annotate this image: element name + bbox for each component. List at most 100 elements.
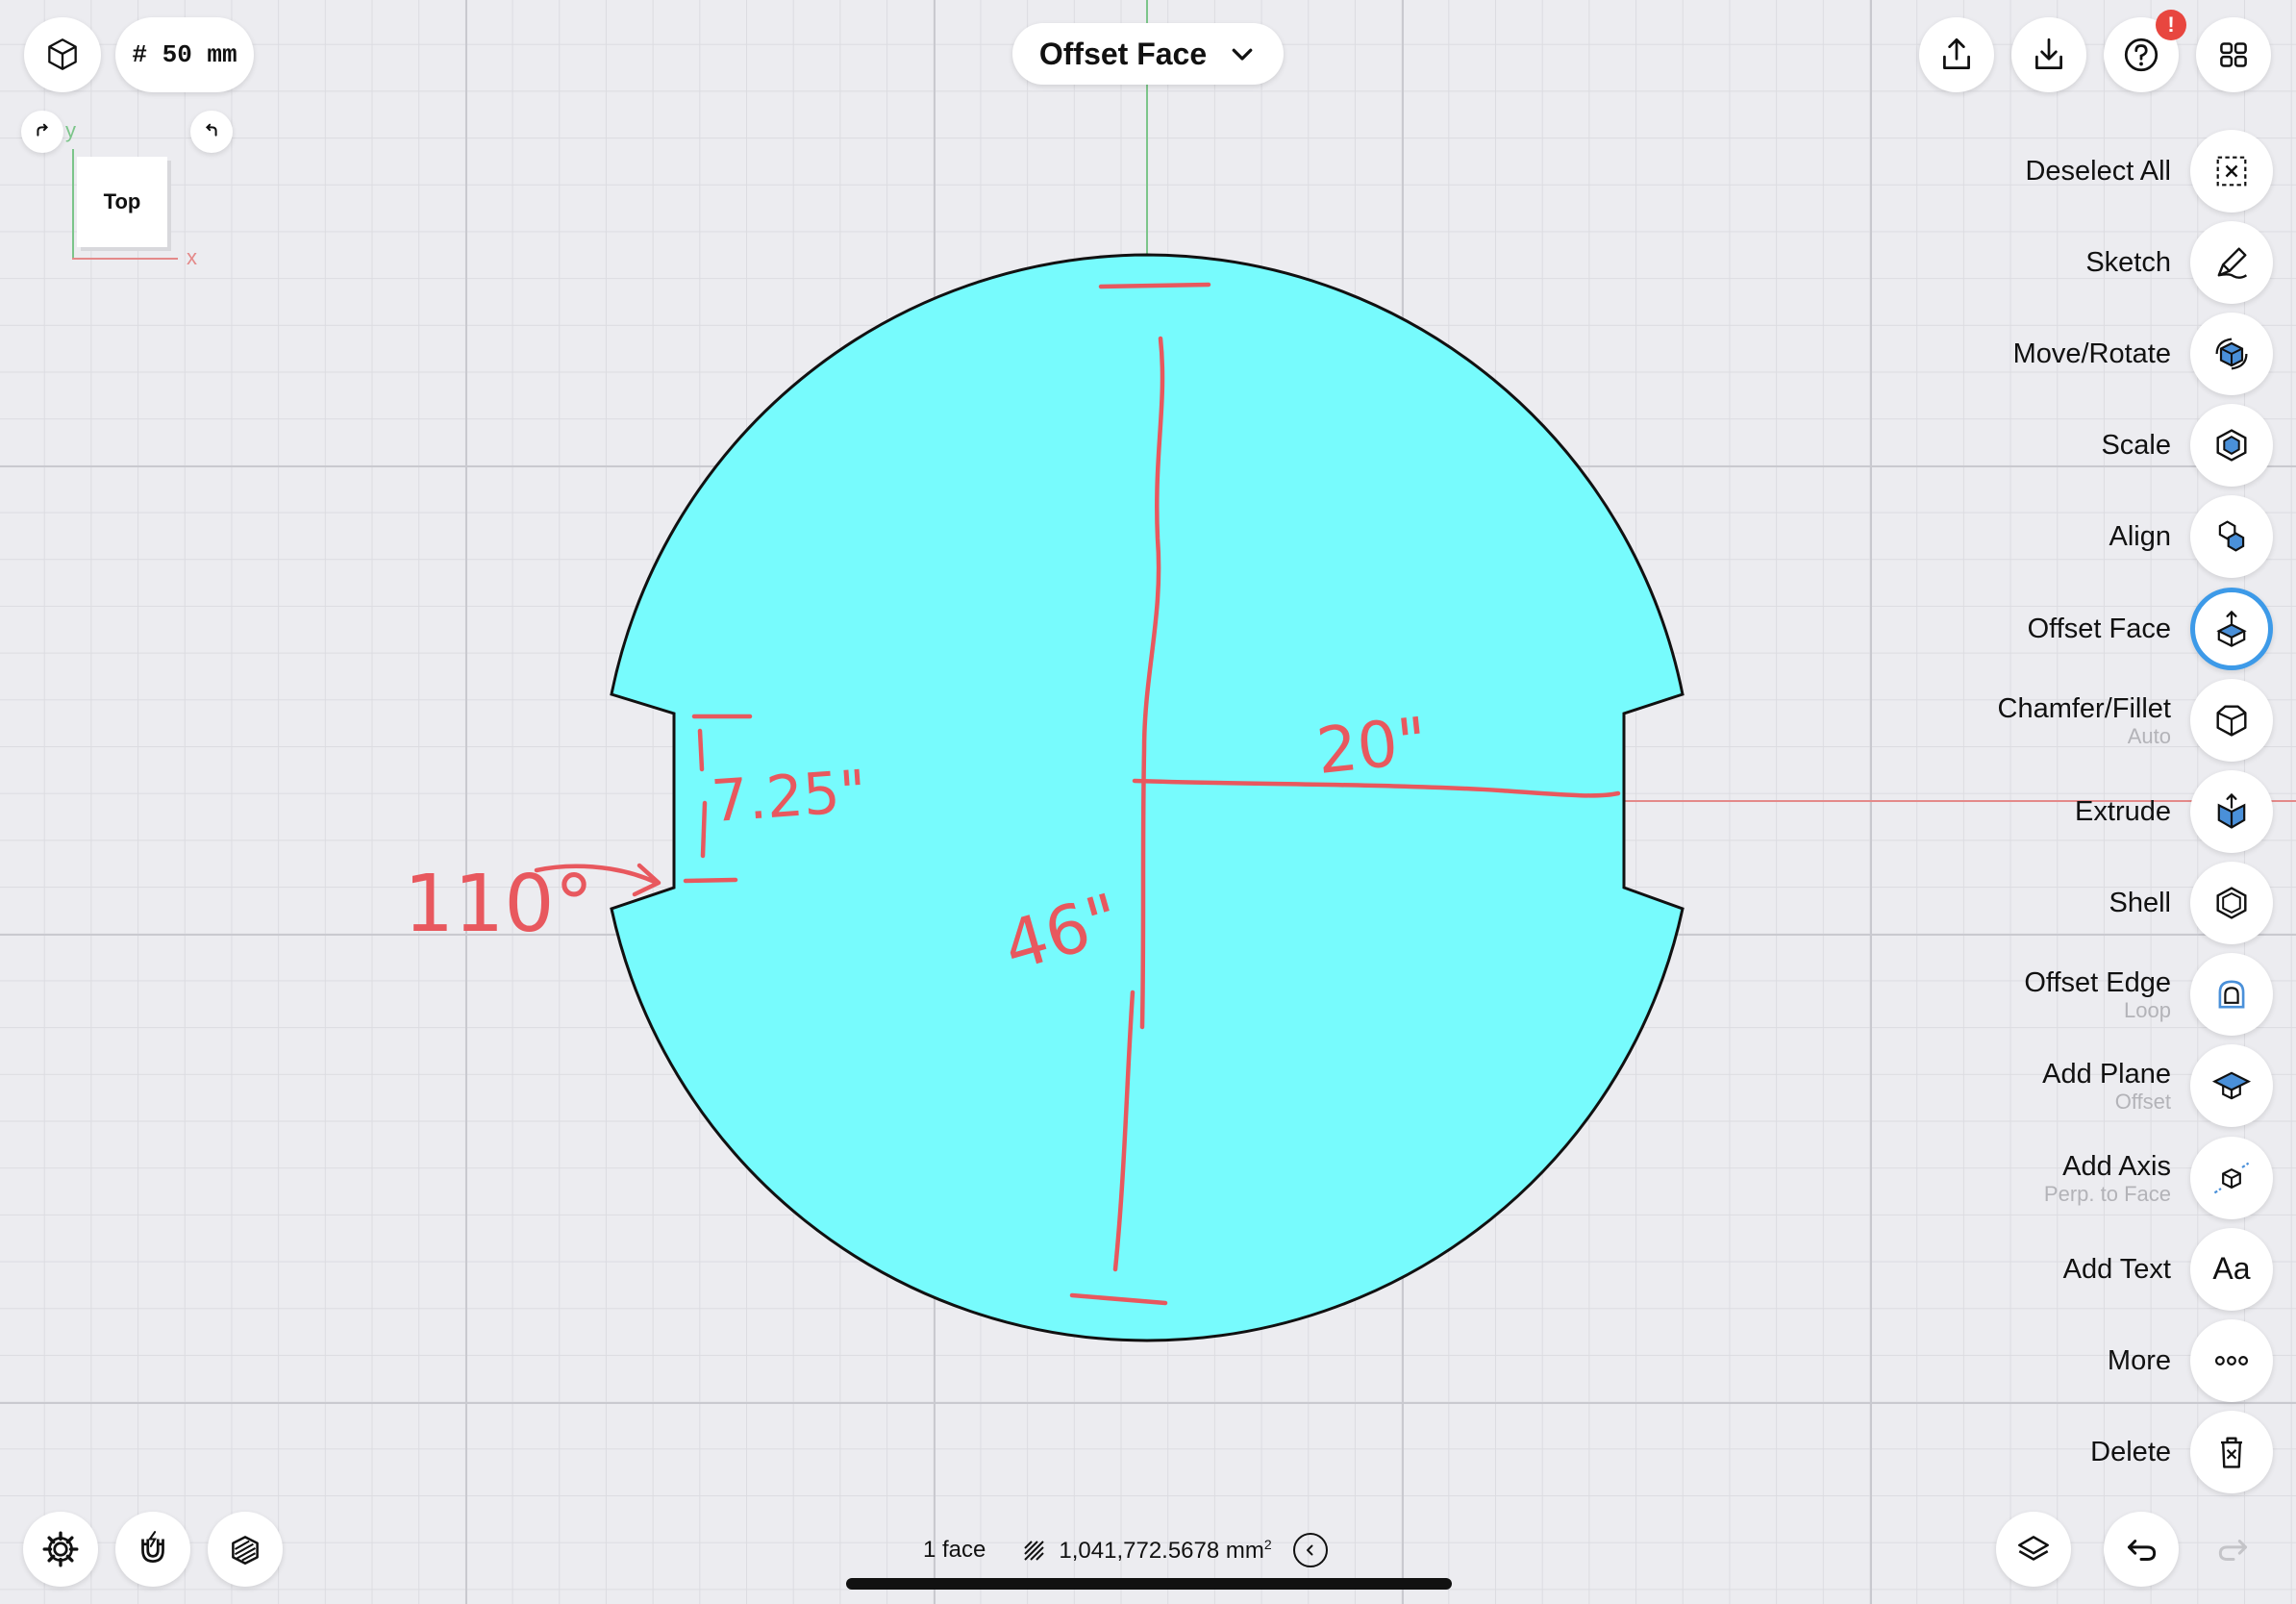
redo-button[interactable] <box>2196 1512 2271 1587</box>
offset-edge-icon[interactable] <box>2190 953 2273 1037</box>
rotate-right-button[interactable] <box>190 111 233 153</box>
settings-button[interactable] <box>23 1512 98 1587</box>
tool-text: Scale <box>2101 429 2171 462</box>
section-view-button[interactable] <box>208 1512 283 1587</box>
deselect-icon[interactable] <box>2190 129 2273 213</box>
magnet-icon <box>141 1531 164 1563</box>
axis-x-label: x <box>187 245 197 269</box>
tool-label: Add Text <box>2062 1253 2171 1285</box>
layers-icon <box>2018 1536 2049 1561</box>
tool-offset-edge[interactable]: Offset Edge Loop <box>1869 949 2273 1040</box>
tool-text: Shell <box>2109 887 2172 919</box>
tool-shell[interactable]: Shell <box>1869 858 2273 949</box>
tool-more[interactable]: More <box>1869 1315 2273 1406</box>
area-hatch-icon <box>1024 1541 1045 1561</box>
view-cube-widget[interactable]: y x Top <box>21 111 233 274</box>
tool-text: Deselect All <box>2025 155 2171 188</box>
tool-deselect-all[interactable]: Deselect All <box>1869 125 2273 216</box>
tool-text: Move/Rotate <box>2013 338 2171 370</box>
redo-icon <box>2218 1540 2248 1561</box>
tool-sublabel: Perp. to Face <box>2043 1181 2171 1206</box>
tool-text: Extrude <box>2075 795 2171 828</box>
share-upload-icon <box>1943 38 1970 70</box>
add-text-icon[interactable]: Aa <box>2190 1227 2273 1311</box>
undo-button[interactable] <box>2104 1512 2179 1587</box>
tool-label: Extrude <box>2075 795 2171 827</box>
shell-icon[interactable] <box>2190 862 2273 945</box>
export-button[interactable] <box>1919 17 1994 92</box>
chevron-left-icon <box>1306 1544 1313 1556</box>
align-icon[interactable] <box>2190 495 2273 579</box>
expand-status-button[interactable] <box>1292 1533 1328 1567</box>
more-icon[interactable] <box>2190 1319 2273 1403</box>
tool-text: Chamfer/Fillet Auto <box>1998 692 2172 748</box>
tool-align[interactable]: Align <box>1869 491 2273 583</box>
tool-label: Chamfer/Fillet <box>1997 692 2172 724</box>
tool-label: Add Plane <box>2042 1059 2171 1090</box>
tool-scale[interactable]: Scale <box>1869 400 2273 491</box>
view-cube-face-label: Top <box>103 189 141 213</box>
tool-label: Align <box>2109 521 2172 553</box>
add-plane-icon[interactable] <box>2190 1044 2273 1128</box>
undo-icon <box>2127 1540 2157 1561</box>
annotation-radius: 20" <box>1313 703 1431 789</box>
tool-text: Align <box>2109 520 2172 553</box>
tool-label: Move/Rotate <box>2012 338 2171 369</box>
tool-text: Add Axis Perp. to Face <box>2044 1150 2171 1206</box>
tool-add-text[interactable]: Add Text Aa <box>1869 1223 2273 1315</box>
rotate-cw-icon <box>37 123 49 137</box>
tool-label: More <box>2107 1345 2171 1377</box>
scale-icon[interactable] <box>2190 404 2273 488</box>
tool-sublabel: Offset <box>2114 1090 2171 1115</box>
add-text-glyph: Aa <box>2212 1251 2251 1287</box>
sketch-icon[interactable] <box>2190 220 2273 304</box>
cube-outline-icon <box>48 38 77 70</box>
tool-delete[interactable]: Delete <box>1869 1407 2273 1498</box>
tool-text: Offset Face <box>2028 613 2171 645</box>
face-area: 1,041,772.5678 mm2 <box>1059 1536 1272 1564</box>
tool-text: Sketch <box>2085 246 2171 279</box>
mode-dropdown[interactable]: Offset Face <box>1012 23 1284 85</box>
axis-y-label: y <box>65 118 76 142</box>
gear-icon <box>42 1531 79 1567</box>
grid-size-label: # 50 mm <box>132 40 237 69</box>
hatched-box-icon <box>232 1536 259 1565</box>
snap-button[interactable] <box>115 1512 190 1587</box>
status-bar: 1 face 1,041,772.5678 mm2 <box>923 1529 1385 1571</box>
add-axis-icon[interactable] <box>2190 1136 2273 1219</box>
home-indicator <box>846 1578 1452 1590</box>
import-button[interactable] <box>2011 17 2086 92</box>
tool-label: Add Axis <box>2062 1150 2171 1182</box>
offset-face-icon[interactable] <box>2190 587 2273 670</box>
delete-icon[interactable] <box>2190 1411 2273 1494</box>
mode-title: Offset Face <box>1038 36 1208 71</box>
help-badge: ! <box>2156 10 2186 40</box>
tool-extrude[interactable]: Extrude <box>1869 765 2273 857</box>
tool-chamfer-fillet[interactable]: Chamfer/Fillet Auto <box>1869 674 2273 765</box>
view-mode-button[interactable] <box>24 17 101 92</box>
layers-button[interactable] <box>1996 1512 2071 1587</box>
tool-move-rotate[interactable]: Move/Rotate <box>1869 308 2273 399</box>
tool-sketch[interactable]: Sketch <box>1869 216 2273 308</box>
tool-sublabel: Loop <box>2124 998 2171 1023</box>
tool-text: Offset Edge Loop <box>2024 966 2171 1022</box>
tool-label: Offset Face <box>2027 613 2171 644</box>
four-squares-icon <box>2220 42 2247 67</box>
tool-text: Add Plane Offset <box>2042 1058 2171 1114</box>
tool-label: Deselect All <box>2025 155 2171 187</box>
axis-y-line <box>72 149 74 259</box>
tool-add-axis[interactable]: Add Axis Perp. to Face <box>1869 1132 2273 1223</box>
view-cube-face[interactable]: Top <box>77 157 167 247</box>
extrude-icon[interactable] <box>2190 769 2273 853</box>
grid-size-button[interactable]: # 50 mm <box>115 17 254 92</box>
rotate-left-button[interactable] <box>21 111 63 153</box>
tool-label: Scale <box>2101 430 2171 462</box>
chevron-down-icon <box>1232 48 1253 61</box>
tool-panel: Deselect All Sketch Move/Rotate Scale Align O… <box>1869 125 2273 1498</box>
tool-offset-face[interactable]: Offset Face <box>1869 583 2273 674</box>
help-button[interactable]: ! <box>2104 10 2186 92</box>
tool-add-plane[interactable]: Add Plane Offset <box>1869 1040 2273 1132</box>
move-rotate-icon[interactable] <box>2190 312 2273 395</box>
chamfer-icon[interactable] <box>2190 678 2273 762</box>
grid-view-button[interactable] <box>2196 17 2271 92</box>
